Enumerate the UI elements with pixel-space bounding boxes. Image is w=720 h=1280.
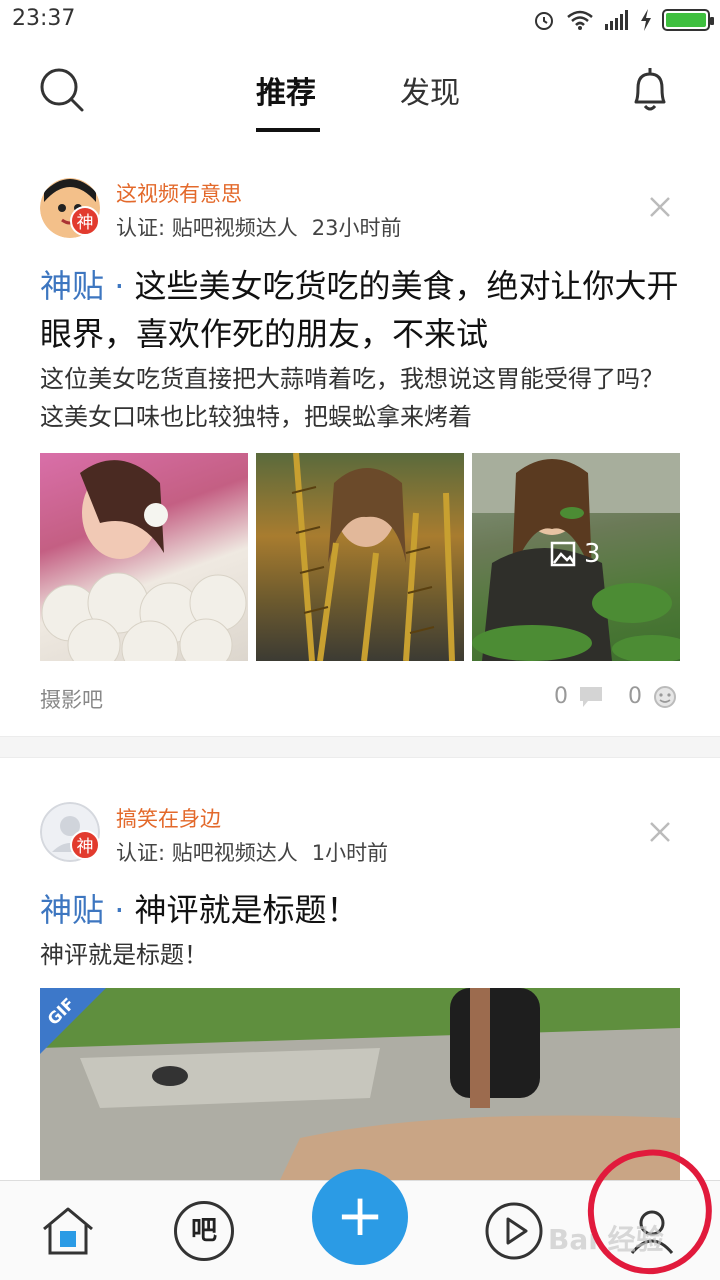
tab-discover[interactable]: 发现 xyxy=(400,68,460,112)
comment-icon[interactable] xyxy=(578,685,604,709)
gif-preview[interactable]: GIF xyxy=(40,988,680,1180)
close-icon[interactable] xyxy=(646,818,674,846)
active-tab-indicator xyxy=(256,128,320,132)
tab-recommend[interactable]: 推荐 xyxy=(256,68,316,112)
god-badge: 神 xyxy=(70,206,100,236)
video-play-icon[interactable] xyxy=(484,1201,544,1261)
tag-separator: · xyxy=(104,891,135,929)
post-title[interactable]: 神贴 · 神评就是标题！ xyxy=(40,886,680,934)
post-meta: 认证: 贴吧视频达人 1小时前 xyxy=(116,837,402,867)
post-time: 1小时前 xyxy=(311,841,389,865)
post-excerpt: 神评就是标题！ xyxy=(40,941,208,969)
close-icon[interactable] xyxy=(646,193,674,221)
forum-tab-button[interactable]: 吧 xyxy=(174,1201,234,1261)
forum-name[interactable]: 摄影吧 xyxy=(40,684,103,714)
author-name[interactable]: 这视频有意思 xyxy=(116,178,242,208)
verified-label: 认证: 贴吧视频达人 xyxy=(116,216,298,240)
comment-count: 0 xyxy=(554,684,568,709)
battery-icon xyxy=(662,9,714,31)
post-image[interactable] xyxy=(256,453,464,661)
status-time: 23:37 xyxy=(12,6,76,31)
post-meta: 认证: 贴吧视频达人 23小时前 xyxy=(116,212,415,242)
like-icon[interactable] xyxy=(652,685,678,709)
god-badge: 神 xyxy=(70,830,100,860)
centipede-photo xyxy=(291,453,455,661)
feed-divider xyxy=(0,736,720,758)
post-title[interactable]: 神贴 · 这些美女吃货吃的美食，绝对让你大开眼界，喜欢作死的朋友，不来试 xyxy=(40,262,680,358)
gallery-icon xyxy=(550,541,576,567)
image-grid[interactable]: 3 xyxy=(40,453,680,661)
bell-icon[interactable] xyxy=(626,64,674,116)
alarm-icon xyxy=(535,12,553,30)
compose-button[interactable]: + xyxy=(312,1169,408,1265)
search-icon[interactable] xyxy=(38,66,86,114)
top-nav: 推荐 发现 xyxy=(0,40,720,136)
post-image[interactable]: 3 xyxy=(472,453,680,661)
post-title-text: 这些美女吃货吃的美食，绝对让你大开眼界，喜欢作死的朋友，不来试 xyxy=(40,267,679,353)
signal-icon xyxy=(605,10,628,30)
author-avatar[interactable]: 神 xyxy=(40,802,100,862)
author-avatar[interactable]: 神 xyxy=(40,178,100,238)
post-stats: 0 0 xyxy=(554,684,678,709)
post-tag: 神贴 xyxy=(40,891,105,929)
photo-count-value: 3 xyxy=(584,539,601,569)
charging-icon xyxy=(641,9,651,31)
gif-frame xyxy=(40,988,680,1180)
post-time: 23小时前 xyxy=(311,216,402,240)
author-name[interactable]: 搞笑在身边 xyxy=(116,803,221,833)
post-excerpt: 这位美女吃货直接把大蒜啃着吃，我想说这胃能受得了吗？这美女口味也比较独特，把蜈蚣… xyxy=(40,365,664,431)
post-title-text: 神评就是标题！ xyxy=(134,891,359,929)
verified-label: 认证: 贴吧视频达人 xyxy=(116,841,298,865)
status-bar: 23:37 xyxy=(0,0,720,40)
post-image[interactable] xyxy=(40,453,248,661)
like-count: 0 xyxy=(628,684,642,709)
garlic-photo xyxy=(41,460,247,661)
tag-separator: · xyxy=(104,267,135,305)
home-icon[interactable] xyxy=(38,1201,98,1261)
photo-count: 3 xyxy=(550,539,601,569)
status-icons xyxy=(532,6,714,34)
wifi-icon xyxy=(567,10,593,30)
post-tag: 神贴 xyxy=(40,267,105,305)
